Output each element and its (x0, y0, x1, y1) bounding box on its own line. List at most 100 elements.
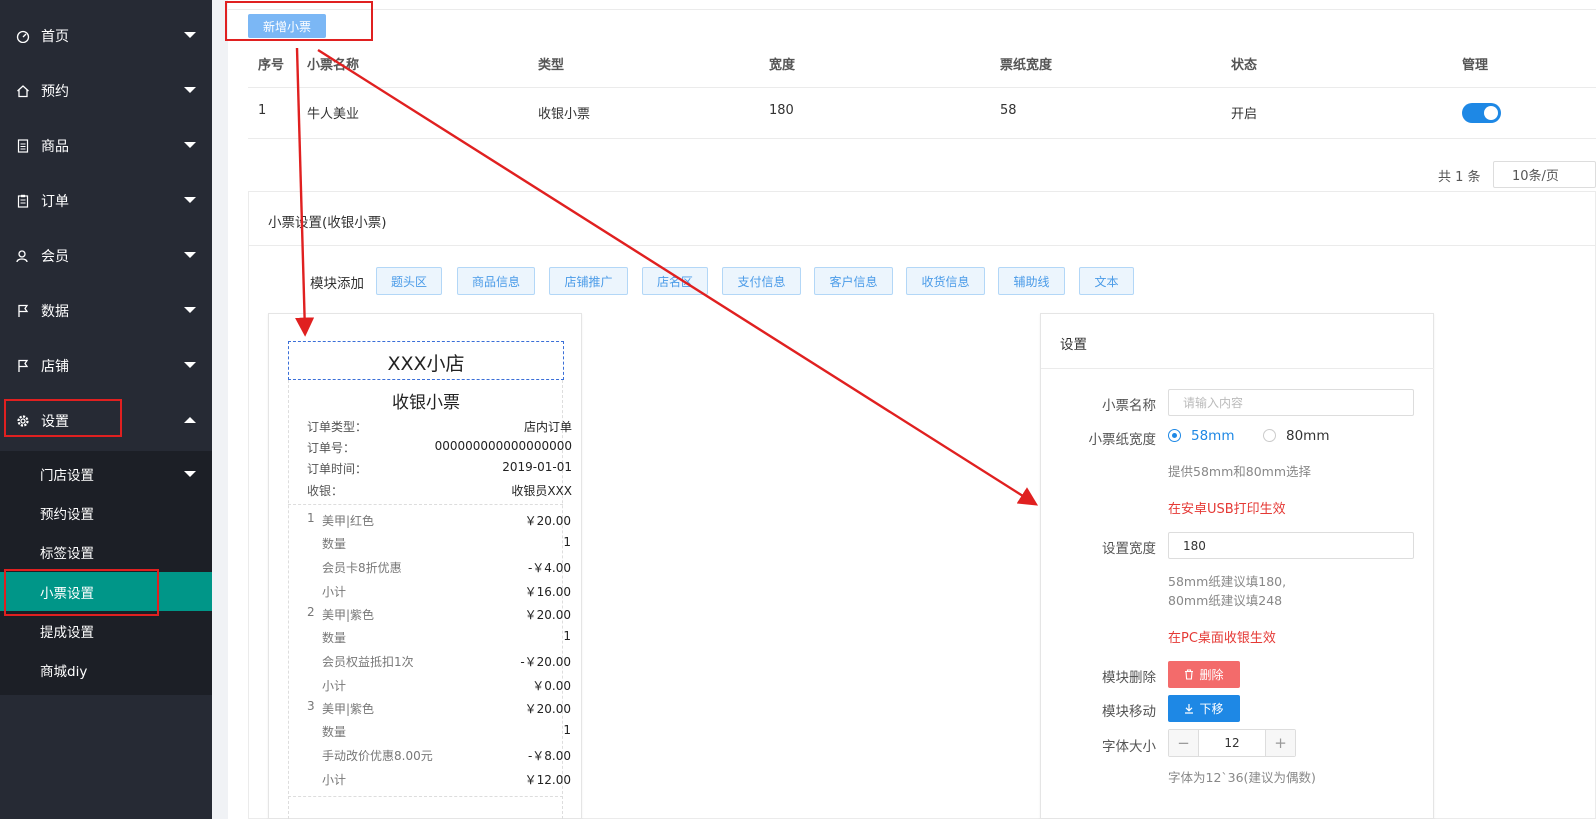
module-guide-line-button[interactable]: 辅助线 (998, 267, 1065, 295)
receipt-divider (288, 796, 563, 797)
receipt-item-value: 1 (563, 535, 571, 549)
submenu-item-booking-settings[interactable]: 预约设置 (0, 493, 212, 532)
col-header-width: 宽度 (769, 58, 796, 73)
sidebar-item-label: 数据 (41, 303, 69, 320)
top-divider (228, 0, 1596, 10)
gear-icon (15, 413, 31, 429)
module-header-button[interactable]: 题头区 (376, 267, 442, 295)
receipt-item-value: 1 (563, 629, 571, 643)
module-product-info-button[interactable]: 商品信息 (457, 267, 535, 295)
submenu-item-label: 小票设置 (40, 585, 94, 602)
receipt-info-label: 收银： (307, 484, 344, 498)
clipboard-icon (15, 193, 31, 209)
receipt-divider (288, 504, 563, 505)
font-size-value[interactable]: 12 (1198, 730, 1266, 756)
submenu-item-mall-diy[interactable]: 商城diy (0, 650, 212, 689)
sidebar-item-label: 首页 (41, 28, 69, 45)
paper-80mm-label[interactable]: 80mm (1286, 428, 1329, 444)
font-size-label: 字体大小 (1102, 739, 1156, 755)
move-down-button[interactable]: 下移 (1168, 695, 1240, 722)
receipt-item-label: 数量 (322, 725, 347, 739)
submenu-item-label: 标签设置 (40, 545, 94, 562)
table-divider (248, 138, 1596, 139)
chevron-up-icon (184, 417, 196, 423)
chevron-down-icon (184, 307, 196, 313)
receipt-item-value: 1 (563, 723, 571, 737)
receipt-item-label: 小计 (322, 585, 347, 599)
submenu-item-label: 提成设置 (40, 624, 94, 641)
receipt-item-label: 小计 (322, 773, 347, 787)
receipt-shop-name: XXX小店 (387, 353, 465, 375)
font-size-stepper[interactable]: − 12 + (1168, 729, 1296, 757)
module-delivery-info-button[interactable]: 收货信息 (906, 267, 985, 295)
paper-80mm-radio[interactable] (1263, 429, 1276, 442)
receipt-item-value: ￥16.00 (524, 585, 571, 599)
main-content: 新增小票 序号 小票名称 类型 宽度 票纸宽度 状态 管理 1 牛人美业 收银小… (228, 0, 1596, 819)
cell-name: 牛人美业 (307, 107, 360, 122)
sidebar-item-products[interactable]: 商品 (0, 118, 212, 173)
sidebar-item-label: 预约 (41, 83, 69, 100)
receipt-item-value: -￥20.00 (520, 655, 571, 669)
chevron-down-icon (184, 32, 196, 38)
document-icon (15, 138, 31, 154)
module-text-button[interactable]: 文本 (1079, 267, 1134, 295)
receipt-name-input[interactable]: 请输入内容 (1168, 389, 1414, 416)
paper-58mm-radio[interactable] (1168, 429, 1181, 442)
sidebar-item-data[interactable]: 数据 (0, 283, 212, 338)
col-header-name: 小票名称 (307, 58, 360, 73)
submenu-item-receipt-settings[interactable]: 小票设置 (0, 572, 212, 611)
paper-width-label: 小票纸宽度 (1088, 432, 1157, 448)
submenu-item-label: 门店设置 (40, 467, 94, 484)
status-toggle[interactable] (1462, 103, 1501, 123)
sidebar-item-booking[interactable]: 预约 (0, 63, 212, 118)
sidebar-item-label: 商品 (41, 138, 69, 155)
settings-divider (1041, 368, 1434, 369)
col-header-status: 状态 (1231, 58, 1258, 73)
paper-58mm-label[interactable]: 58mm (1191, 428, 1234, 444)
receipt-item-value: ￥20.00 (524, 514, 571, 528)
add-receipt-button[interactable]: 新增小票 (248, 14, 326, 38)
width-hint-80: 80mm纸建议填248 (1168, 593, 1283, 608)
cell-width: 180 (769, 103, 794, 118)
sidebar-item-label: 订单 (41, 193, 69, 210)
page-size-select[interactable]: 10条/页 (1493, 161, 1596, 188)
receipt-item-label: 会员卡8折优惠 (322, 561, 402, 575)
chevron-down-icon (184, 362, 196, 368)
submenu-item-commission-settings[interactable]: 提成设置 (0, 611, 212, 650)
receipt-info-label: 订单时间： (307, 462, 368, 476)
sidebar-item-store[interactable]: 店铺 (0, 338, 212, 393)
sidebar-item-settings[interactable]: 设置 (0, 393, 212, 448)
col-header-type: 类型 (538, 58, 565, 73)
table-divider (248, 87, 1596, 88)
submenu-item-tag-settings[interactable]: 标签设置 (0, 532, 212, 571)
width-setting-input[interactable]: 180 (1168, 532, 1414, 559)
plus-icon[interactable]: + (1266, 730, 1295, 756)
delete-module-button[interactable]: 删除 (1168, 661, 1240, 688)
dashboard-icon (15, 28, 31, 44)
receipt-info-value: 2019-01-01 (502, 460, 572, 474)
receipt-title: 收银小票 (392, 393, 460, 413)
sidebar-item-orders[interactable]: 订单 (0, 173, 212, 228)
module-store-promo-button[interactable]: 店铺推广 (549, 267, 628, 295)
sidebar-item-members[interactable]: 会员 (0, 228, 212, 283)
settings-title: 设置 (1060, 337, 1087, 353)
chevron-down-icon (184, 87, 196, 93)
receipt-item-number: 2 (307, 605, 315, 619)
col-header-manage: 管理 (1462, 58, 1489, 73)
module-customer-info-button[interactable]: 客户信息 (814, 267, 893, 295)
receipt-info-value: 000000000000000000 (434, 439, 572, 453)
receipt-info-label: 订单号： (307, 441, 356, 455)
receipt-item-label: 数量 (322, 537, 347, 551)
module-payment-info-button[interactable]: 支付信息 (722, 267, 801, 295)
sidebar-item-home[interactable]: 首页 (0, 8, 212, 63)
minus-icon[interactable]: − (1169, 730, 1198, 756)
module-move-label: 模块移动 (1102, 704, 1156, 720)
sidebar-item-label: 店铺 (41, 358, 69, 375)
pagination-total: 共 1 条 (1438, 170, 1481, 185)
receipt-item-value: ￥20.00 (524, 702, 571, 716)
module-store-name-button[interactable]: 店名区 (642, 267, 708, 295)
receipt-info-label: 订单类型： (307, 420, 368, 434)
move-down-label: 下移 (1199, 702, 1224, 716)
submenu-item-store-settings[interactable]: 门店设置 (0, 454, 212, 493)
submenu-item-label: 商城diy (40, 663, 88, 680)
